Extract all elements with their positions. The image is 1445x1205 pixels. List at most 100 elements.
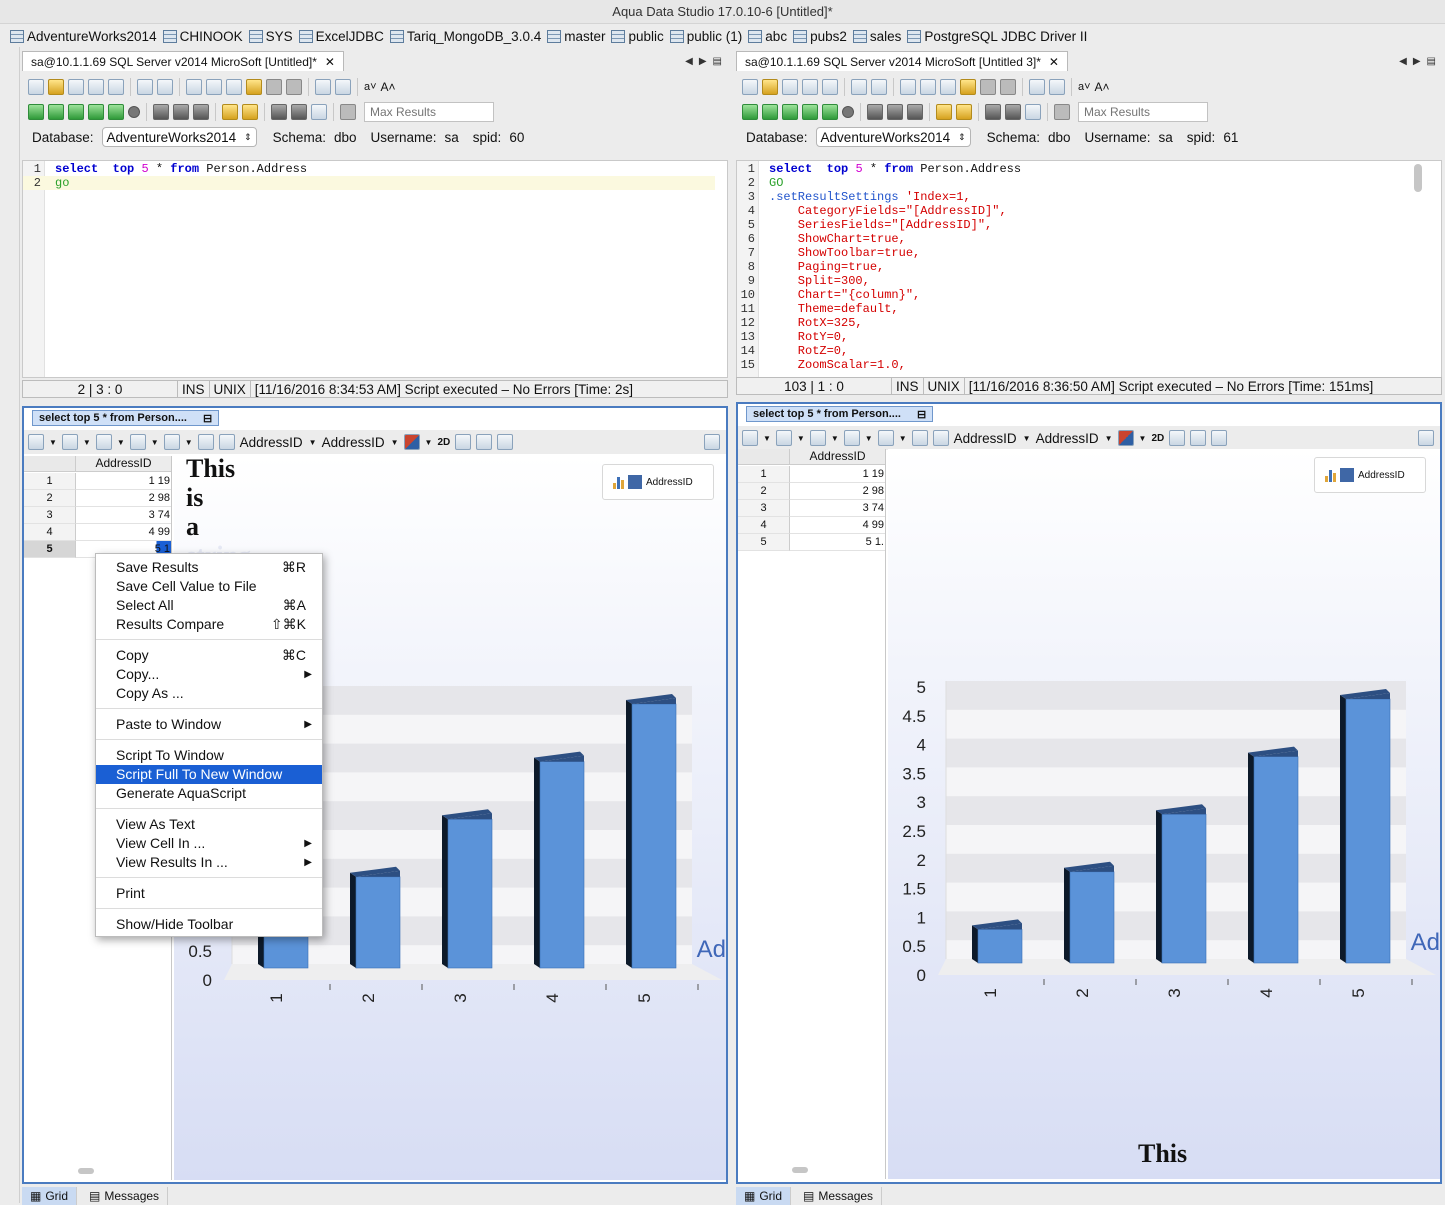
cell-value[interactable]: 5 1. (790, 534, 885, 551)
pivot-icon[interactable] (129, 434, 146, 450)
sql-editor[interactable]: 1 select top 5 * from Person.Address 2 GO 3.… (736, 160, 1442, 378)
results-icon[interactable] (985, 104, 1001, 120)
execute-icon[interactable] (762, 104, 778, 120)
editor-vertical-scrollbar[interactable] (1414, 164, 1422, 192)
cell-value[interactable]: 1 19 (76, 473, 171, 490)
paste-icon[interactable] (960, 79, 976, 95)
cell-value[interactable]: 4 99 (790, 517, 885, 534)
excel-icon[interactable] (809, 430, 826, 446)
export-icon[interactable] (775, 430, 792, 446)
chart-area[interactable]: AddressID00.511.522.533.544.5512345AdThi… (888, 449, 1440, 1179)
bar[interactable] (355, 876, 401, 969)
execute-edit-icon[interactable] (88, 104, 104, 120)
max-results-input[interactable] (364, 102, 494, 122)
bar[interactable] (1161, 813, 1207, 964)
menu-item[interactable]: Generate AquaScript (96, 784, 322, 803)
dimension-toggle[interactable]: 2D (1151, 433, 1164, 444)
bar[interactable] (539, 761, 585, 969)
undo-icon[interactable] (980, 79, 996, 95)
font-increase-icon[interactable]: A˄ (1095, 80, 1110, 94)
tab-messages[interactable]: ▤ Messages (795, 1187, 883, 1205)
bookmark-item[interactable]: public (611, 29, 664, 44)
category-field-select[interactable]: AddressID ▼ (954, 431, 1031, 446)
tab-grid[interactable]: ▦ Grid (736, 1187, 792, 1205)
table-row[interactable]: 11 19 (738, 466, 885, 483)
dropdown-arrow-icon[interactable]: ▼ (831, 434, 839, 443)
font-decrease-icon[interactable]: a˅ (364, 81, 377, 93)
debug-icon[interactable] (222, 104, 238, 120)
menu-item[interactable]: View As Text (96, 815, 322, 834)
new-icon[interactable] (742, 79, 758, 95)
redo-icon[interactable] (1000, 79, 1016, 95)
bookmark-item[interactable]: AdventureWorks2014 (10, 29, 157, 44)
cell-value[interactable]: 2 98 (76, 490, 171, 507)
font-decrease-icon[interactable]: a˅ (1078, 81, 1091, 93)
result-tab[interactable]: select top 5 * from Person.... ⊟ (32, 410, 220, 426)
excel-icon[interactable] (95, 434, 112, 450)
execute-edit-icon[interactable] (802, 104, 818, 120)
auto-commit-icon[interactable] (1025, 104, 1041, 120)
tab-list-icon[interactable]: ▤ (1427, 56, 1436, 67)
bar[interactable] (1345, 698, 1391, 964)
bookmark-item[interactable]: abc (748, 29, 787, 44)
menu-item[interactable]: Script Full To New Window (96, 765, 322, 784)
bar[interactable] (631, 703, 677, 969)
horizontal-scrollbar[interactable] (78, 1168, 94, 1174)
debug-icon[interactable] (936, 104, 952, 120)
bar[interactable] (1253, 756, 1299, 964)
table-row[interactable]: 44 99 (738, 517, 885, 534)
chart-mode-icon[interactable] (193, 104, 209, 120)
menu-item[interactable]: View Results In ... ▶ (96, 853, 322, 872)
table-row[interactable]: 44 99 (24, 524, 171, 541)
bookmark-item[interactable]: pubs2 (793, 29, 847, 44)
save-as-icon[interactable] (802, 79, 818, 95)
table-row[interactable]: 33 74 (738, 500, 885, 517)
close-icon[interactable]: ✕ (325, 55, 335, 69)
stop-icon[interactable] (128, 106, 140, 118)
database-select[interactable]: AdventureWorks2014 ⇕ (815, 127, 971, 147)
bar[interactable] (977, 929, 1023, 964)
results-icon[interactable] (271, 104, 287, 120)
menu-item[interactable]: Copy ⌘C (96, 646, 322, 665)
tab-grid[interactable]: ▦ Grid (22, 1187, 78, 1205)
commit-icon[interactable] (956, 104, 972, 120)
print-icon[interactable] (851, 79, 867, 95)
explain-icon[interactable] (340, 104, 356, 120)
tab-messages[interactable]: ▤ Messages (81, 1187, 169, 1205)
dropdown-arrow-icon[interactable]: ▼ (1139, 434, 1147, 443)
bar-chart-icon[interactable] (877, 430, 894, 446)
cut-icon[interactable] (206, 79, 222, 95)
table-row[interactable]: 11 19 (24, 473, 171, 490)
tab-left-icon[interactable]: ◀ (1399, 56, 1407, 67)
chart-type-icon[interactable] (28, 434, 44, 450)
properties-icon[interactable] (911, 430, 928, 446)
column-header-addressid[interactable]: AddressID (76, 456, 171, 472)
split-icon[interactable] (291, 104, 307, 120)
grid-mode-icon[interactable] (153, 104, 169, 120)
execute-check-icon[interactable] (822, 104, 838, 120)
explain-icon[interactable] (1054, 104, 1070, 120)
series-field-select[interactable]: AddressID ▼ (322, 435, 399, 450)
dimension-toggle[interactable]: 2D (437, 437, 450, 448)
stop-icon[interactable] (842, 106, 854, 118)
toolbar-menu-icon[interactable] (1418, 430, 1434, 446)
series-field-select[interactable]: AddressID ▼ (1036, 431, 1113, 446)
dropdown-arrow-icon[interactable]: ▼ (797, 434, 805, 443)
bookmark-item[interactable]: sales (852, 29, 901, 44)
save-icon[interactable] (782, 79, 798, 95)
save-all-icon[interactable] (108, 79, 124, 95)
database-select[interactable]: AdventureWorks2014 ⇕ (101, 127, 257, 147)
pin-icon[interactable]: ⊟ (203, 412, 212, 425)
save-icon[interactable] (68, 79, 84, 95)
cell-value[interactable]: 2 98 (790, 483, 885, 500)
dropdown-arrow-icon[interactable]: ▼ (117, 438, 125, 447)
dropdown-arrow-icon[interactable]: ▼ (865, 434, 873, 443)
undo-icon[interactable] (266, 79, 282, 95)
menu-item[interactable]: Copy... ▶ (96, 665, 322, 684)
edit-chart-icon[interactable] (932, 430, 949, 446)
save-all-icon[interactable] (822, 79, 838, 95)
category-field-select[interactable]: AddressID ▼ (240, 435, 317, 450)
replace-icon[interactable] (335, 79, 351, 95)
dropdown-arrow-icon[interactable]: ▼ (49, 438, 57, 447)
menu-item[interactable]: Script To Window (96, 746, 322, 765)
